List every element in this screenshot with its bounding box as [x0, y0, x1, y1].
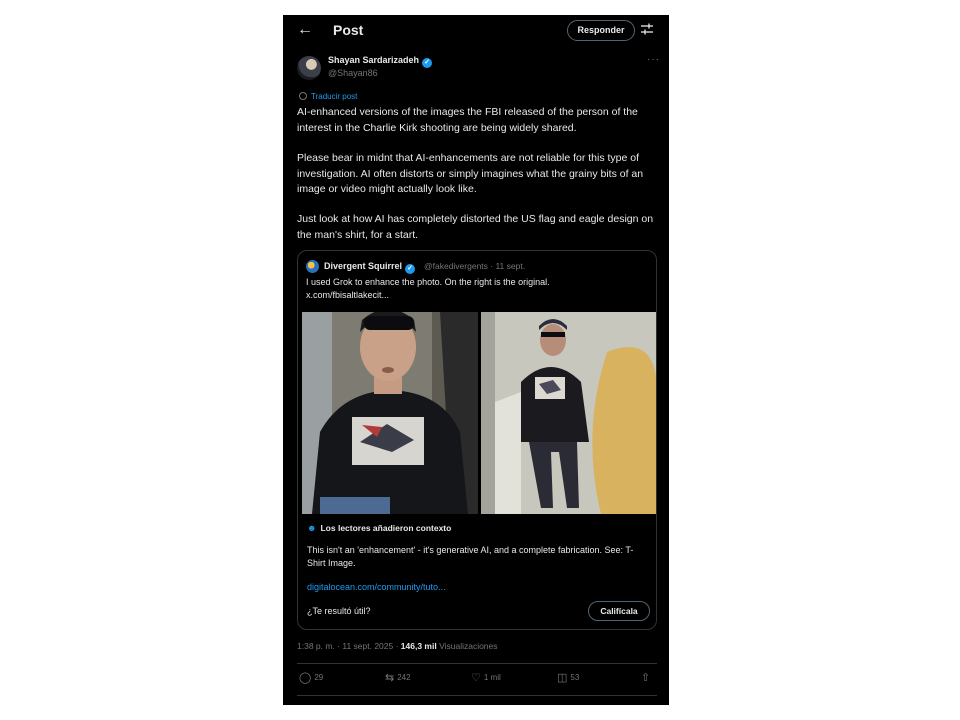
- quote-author-name: Divergent Squirrel ✓: [324, 261, 416, 274]
- bookmark-action[interactable]: ◫ 53: [557, 671, 579, 684]
- reply-action[interactable]: ◯ 29: [299, 671, 323, 684]
- rate-button[interactable]: Califícala: [588, 601, 650, 621]
- repost-action[interactable]: ⇆ 242: [385, 671, 411, 684]
- people-icon: ☻: [307, 523, 317, 533]
- author-handle[interactable]: @Shayan86: [328, 68, 378, 78]
- community-note-heading-text: Los lectores añadieron contexto: [320, 523, 452, 533]
- post-paragraph-3: Just look at how AI has completely disto…: [297, 213, 654, 241]
- bookmark-count: 53: [570, 673, 580, 682]
- community-note-link[interactable]: digitalocean.com/community/tuto...: [307, 582, 446, 592]
- quote-text-line-1: I used Grok to enhance the photo. On the…: [306, 277, 550, 287]
- like-count: 1 mil: [483, 673, 501, 682]
- quote-author-meta: @fakedivergents · 11 sept.: [424, 261, 526, 271]
- like-action[interactable]: ♡ 1 mil: [471, 671, 501, 684]
- post-meta: 1:38 p. m. · 11 sept. 2025 · 146,3 mil V…: [297, 641, 498, 651]
- post-paragraph-1: AI-enhanced versions of the images the F…: [297, 106, 638, 134]
- arrow-left-icon[interactable]: ←: [297, 21, 313, 39]
- enhanced-photo[interactable]: [302, 312, 478, 514]
- author-name-text: Shayan Sardarizadeh: [328, 55, 420, 65]
- community-note-heading: ☻ Los lectores añadieron contexto: [307, 523, 451, 533]
- post-paragraph-2: Please bear in midnt that AI-enhancement…: [297, 152, 644, 195]
- quote-author-avatar: [306, 260, 319, 273]
- author-avatar[interactable]: [297, 56, 321, 80]
- translate-label: Traducir post: [311, 92, 358, 101]
- helpful-question: ¿Te resultó útil?: [307, 606, 371, 616]
- share-action[interactable]: ⇧: [641, 671, 653, 684]
- quoted-post[interactable]: Divergent Squirrel ✓ @fakedivergents · 11…: [297, 250, 657, 630]
- heart-icon: ♡: [471, 672, 481, 684]
- more-options-icon[interactable]: ···: [647, 54, 660, 65]
- share-icon: ⇧: [641, 672, 651, 684]
- reply-count: 29: [314, 673, 324, 682]
- repost-icon: ⇆: [385, 672, 395, 684]
- bookmark-icon: ◫: [557, 672, 568, 684]
- reply-button[interactable]: Responder: [567, 20, 635, 41]
- post-timestamp[interactable]: 1:38 p. m. · 11 sept. 2025 ·: [297, 641, 401, 651]
- quote-link[interactable]: x.com/fbisaltlakecit...: [306, 289, 606, 302]
- author-name[interactable]: Shayan Sardarizadeh ✓: [328, 55, 433, 68]
- page-title: Post: [333, 22, 364, 38]
- sliders-icon[interactable]: [640, 22, 654, 36]
- post-screen: ← Post Responder Shayan Sardarizadeh ✓ @S…: [283, 15, 669, 705]
- divider: [297, 663, 657, 664]
- verified-badge-icon: ✓: [422, 58, 433, 68]
- top-bar: ← Post Responder: [283, 15, 669, 47]
- divider: [297, 695, 657, 696]
- community-note-text: This isn't an 'enhancement' - it's gener…: [307, 545, 634, 568]
- views-count: 146,3 mil: [400, 641, 437, 651]
- views-label: Visualizaciones: [436, 641, 498, 651]
- globe-icon: [299, 92, 307, 100]
- quote-author-name-text: Divergent Squirrel: [324, 261, 403, 271]
- quote-text: I used Grok to enhance the photo. On the…: [306, 276, 606, 302]
- translate-post-link[interactable]: Traducir post: [299, 92, 357, 101]
- original-photo[interactable]: [481, 312, 657, 514]
- repost-count: 242: [397, 673, 411, 682]
- verified-badge-icon: ✓: [405, 264, 416, 274]
- action-bar: ◯ 29 ⇆ 242 ♡ 1 mil ◫ 53 ⇧: [297, 671, 657, 689]
- comment-icon: ◯: [299, 672, 312, 684]
